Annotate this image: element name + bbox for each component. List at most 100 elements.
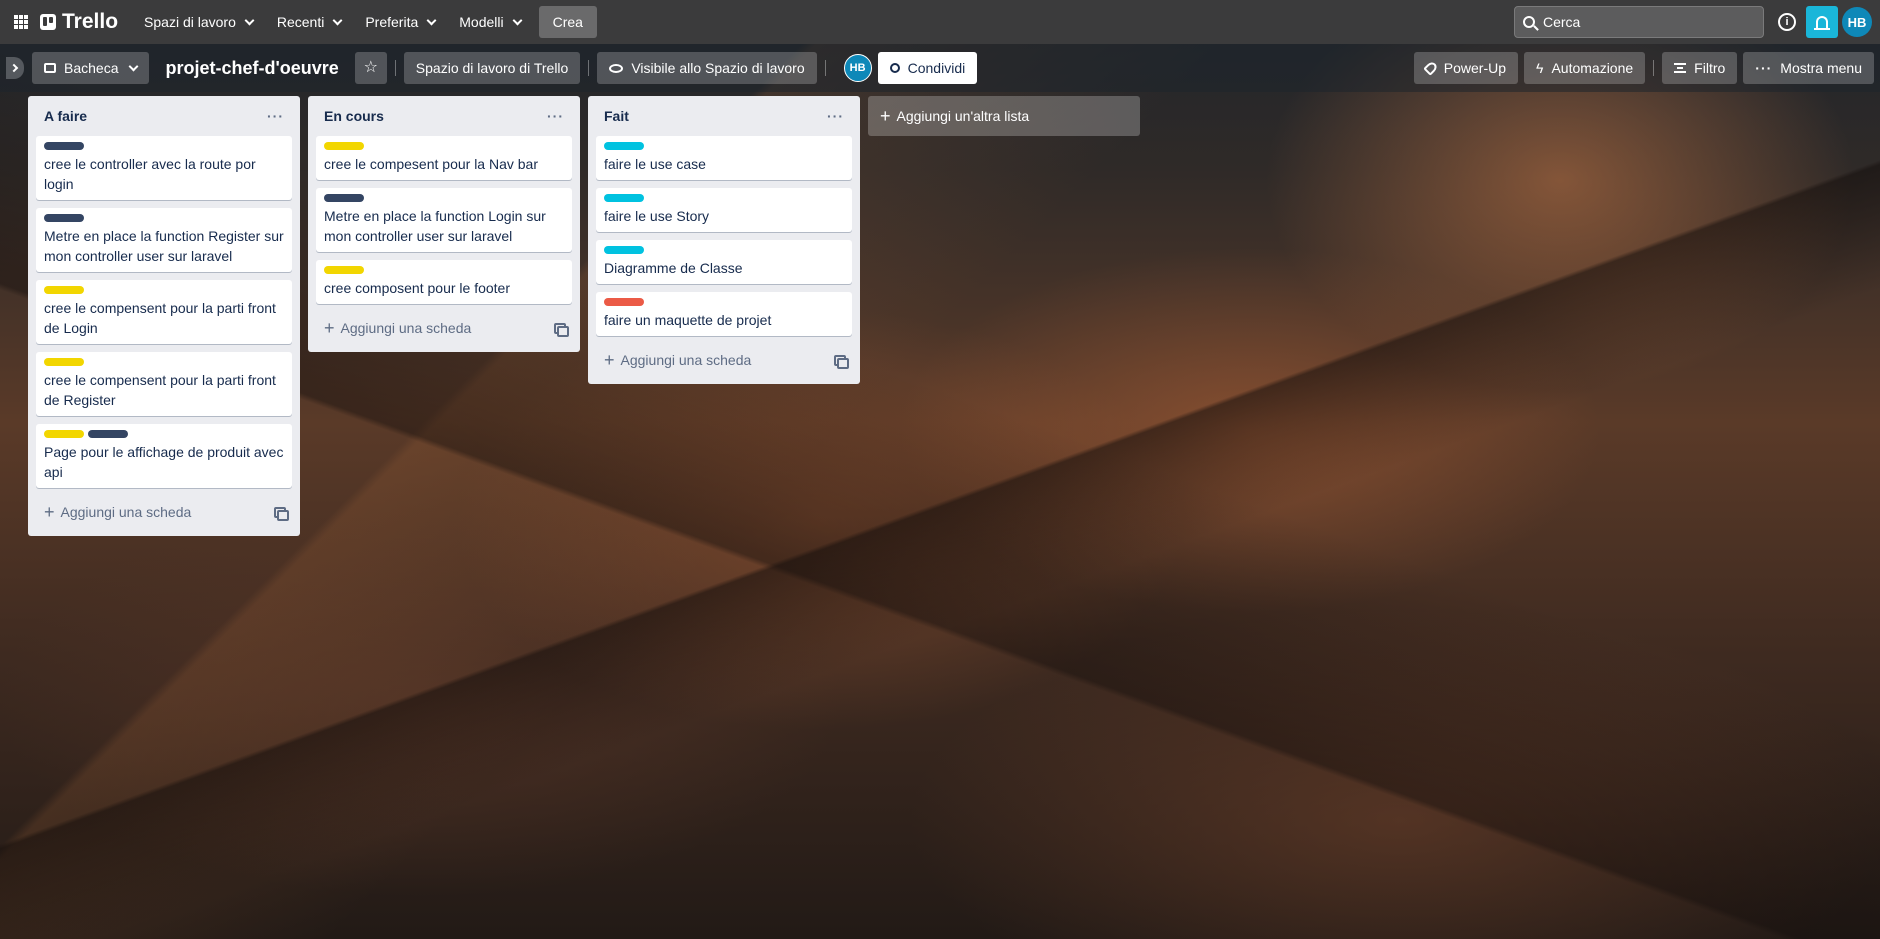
list-menu-icon[interactable]: ··· bbox=[267, 108, 284, 124]
card[interactable]: Diagramme de Classe bbox=[596, 240, 852, 284]
share-label: Condividi bbox=[907, 60, 966, 76]
sidebar-toggle[interactable] bbox=[6, 57, 24, 79]
card-title: cree le controller avec la route por log… bbox=[44, 156, 256, 192]
view-switcher-button[interactable]: Bacheca bbox=[32, 52, 150, 84]
trello-logo[interactable]: Trello bbox=[40, 10, 118, 34]
divider bbox=[1653, 60, 1655, 76]
card[interactable]: cree le controller avec la route por log… bbox=[36, 136, 292, 200]
card-labels bbox=[44, 286, 284, 294]
menu-recent[interactable]: Recenti bbox=[265, 6, 353, 38]
card-labels bbox=[44, 358, 284, 366]
card-label-dark[interactable] bbox=[324, 194, 364, 202]
list-en-cours: En cours ··· cree le compesent pour la N… bbox=[308, 96, 580, 352]
list-menu-icon[interactable]: ··· bbox=[547, 108, 564, 124]
member-avatar[interactable]: HB bbox=[843, 54, 872, 82]
add-card-button[interactable]: + Aggiungi una scheda bbox=[44, 503, 191, 521]
visibility-label: Visibile allo Spazio di lavoro bbox=[631, 60, 805, 76]
divider bbox=[394, 60, 396, 76]
card-label-yellow[interactable] bbox=[324, 142, 364, 150]
card-label-yellow[interactable] bbox=[324, 266, 364, 274]
card[interactable]: cree le compensent pour la parti front d… bbox=[36, 280, 292, 344]
card[interactable]: Metre en place la function Login sur mon… bbox=[316, 188, 572, 252]
card-label-cyan[interactable] bbox=[604, 246, 644, 254]
create-from-template-icon[interactable] bbox=[554, 322, 569, 337]
card-labels bbox=[604, 246, 844, 254]
powerup-button[interactable]: Power-Up bbox=[1413, 52, 1519, 84]
card-label-cyan[interactable] bbox=[604, 194, 644, 202]
card[interactable]: cree composent pour le footer bbox=[316, 260, 572, 304]
card-labels bbox=[44, 142, 284, 150]
list-header: A faire ··· bbox=[36, 96, 292, 136]
card-title: Page pour le affichage de produit avec a… bbox=[44, 444, 284, 480]
card-label-yellow[interactable] bbox=[44, 286, 84, 294]
notifications-button[interactable] bbox=[1806, 6, 1838, 38]
lightning-icon: ϟ bbox=[1536, 60, 1544, 76]
card-title: Diagramme de Classe bbox=[604, 260, 743, 276]
chevron-down-icon bbox=[512, 15, 523, 25]
card-label-dark[interactable] bbox=[44, 142, 84, 150]
star-board-button[interactable]: ☆ bbox=[354, 52, 387, 84]
add-member-icon bbox=[889, 63, 900, 73]
card-labels bbox=[324, 194, 564, 202]
account-avatar[interactable]: HB bbox=[1842, 7, 1872, 37]
card-title: faire le use Story bbox=[604, 208, 710, 224]
card-label-yellow[interactable] bbox=[44, 358, 84, 366]
share-button[interactable]: Condividi bbox=[877, 52, 978, 84]
card-labels bbox=[324, 142, 564, 150]
card-label-yellow[interactable] bbox=[44, 430, 84, 438]
list-fait: Fait ··· faire le use case faire le use … bbox=[588, 96, 860, 384]
board-view-icon bbox=[44, 63, 56, 73]
add-card-label: Aggiungi una scheda bbox=[60, 504, 192, 520]
card[interactable]: cree le compesent pour la Nav bar bbox=[316, 136, 572, 180]
add-card-button[interactable]: + Aggiungi una scheda bbox=[604, 351, 751, 369]
plus-icon: + bbox=[880, 106, 891, 126]
list-header: En cours ··· bbox=[316, 96, 572, 136]
workspace-button[interactable]: Spazio di lavoro di Trello bbox=[403, 52, 581, 84]
list-title[interactable]: En cours bbox=[324, 108, 384, 124]
list-title[interactable]: A faire bbox=[44, 108, 87, 124]
add-card-label: Aggiungi una scheda bbox=[620, 352, 752, 368]
list-title[interactable]: Fait bbox=[604, 108, 629, 124]
menu-starred[interactable]: Preferita bbox=[353, 6, 447, 38]
search-input[interactable]: Cerca bbox=[1514, 6, 1764, 38]
plus-icon: + bbox=[604, 350, 615, 370]
show-menu-button[interactable]: ··· Mostra menu bbox=[1743, 52, 1874, 84]
menu-workspaces[interactable]: Spazi di lavoro bbox=[132, 6, 265, 38]
card-labels bbox=[44, 214, 284, 222]
add-card-button[interactable]: + Aggiungi una scheda bbox=[324, 319, 471, 337]
automation-label: Automazione bbox=[1551, 60, 1634, 76]
filter-button[interactable]: Filtro bbox=[1662, 52, 1738, 84]
board-title[interactable]: projet-chef-d'oeuvre bbox=[165, 58, 338, 79]
trello-board-icon bbox=[40, 14, 56, 30]
card-title: cree composent pour le footer bbox=[324, 280, 510, 296]
card-labels bbox=[324, 266, 564, 274]
bell-icon bbox=[1814, 16, 1830, 30]
card-label-dark[interactable] bbox=[88, 430, 128, 438]
visibility-button[interactable]: Visibile allo Spazio di lavoro bbox=[597, 52, 817, 84]
board-header: Bacheca projet-chef-d'oeuvre ☆ Spazio di… bbox=[0, 44, 1880, 92]
view-label: Bacheca bbox=[64, 60, 119, 76]
chevron-down-icon bbox=[129, 61, 139, 71]
info-icon[interactable]: i bbox=[1778, 13, 1796, 31]
menu-label: Recenti bbox=[276, 14, 325, 30]
card[interactable]: cree le compensent pour la parti front d… bbox=[36, 352, 292, 416]
chevron-right-icon bbox=[9, 63, 19, 73]
card[interactable]: Metre en place la function Register sur … bbox=[36, 208, 292, 272]
menu-label: Preferita bbox=[365, 14, 419, 30]
card-label-red[interactable] bbox=[604, 298, 644, 306]
automation-button[interactable]: ϟ Automazione bbox=[1524, 52, 1646, 84]
card-label-dark[interactable] bbox=[44, 214, 84, 222]
card-labels bbox=[604, 194, 844, 202]
menu-templates[interactable]: Modelli bbox=[447, 6, 532, 38]
card-label-cyan[interactable] bbox=[604, 142, 644, 150]
card[interactable]: faire un maquette de projet bbox=[596, 292, 852, 336]
create-from-template-icon[interactable] bbox=[834, 354, 849, 369]
card[interactable]: faire le use Story bbox=[596, 188, 852, 232]
create-from-template-icon[interactable] bbox=[274, 506, 289, 521]
card[interactable]: faire le use case bbox=[596, 136, 852, 180]
add-list-button[interactable]: + Aggiungi un'altra lista bbox=[868, 96, 1140, 136]
create-button[interactable]: Crea bbox=[538, 6, 597, 38]
list-menu-icon[interactable]: ··· bbox=[827, 108, 844, 124]
card[interactable]: Page pour le affichage de produit avec a… bbox=[36, 424, 292, 488]
app-switcher-button[interactable] bbox=[8, 9, 34, 35]
